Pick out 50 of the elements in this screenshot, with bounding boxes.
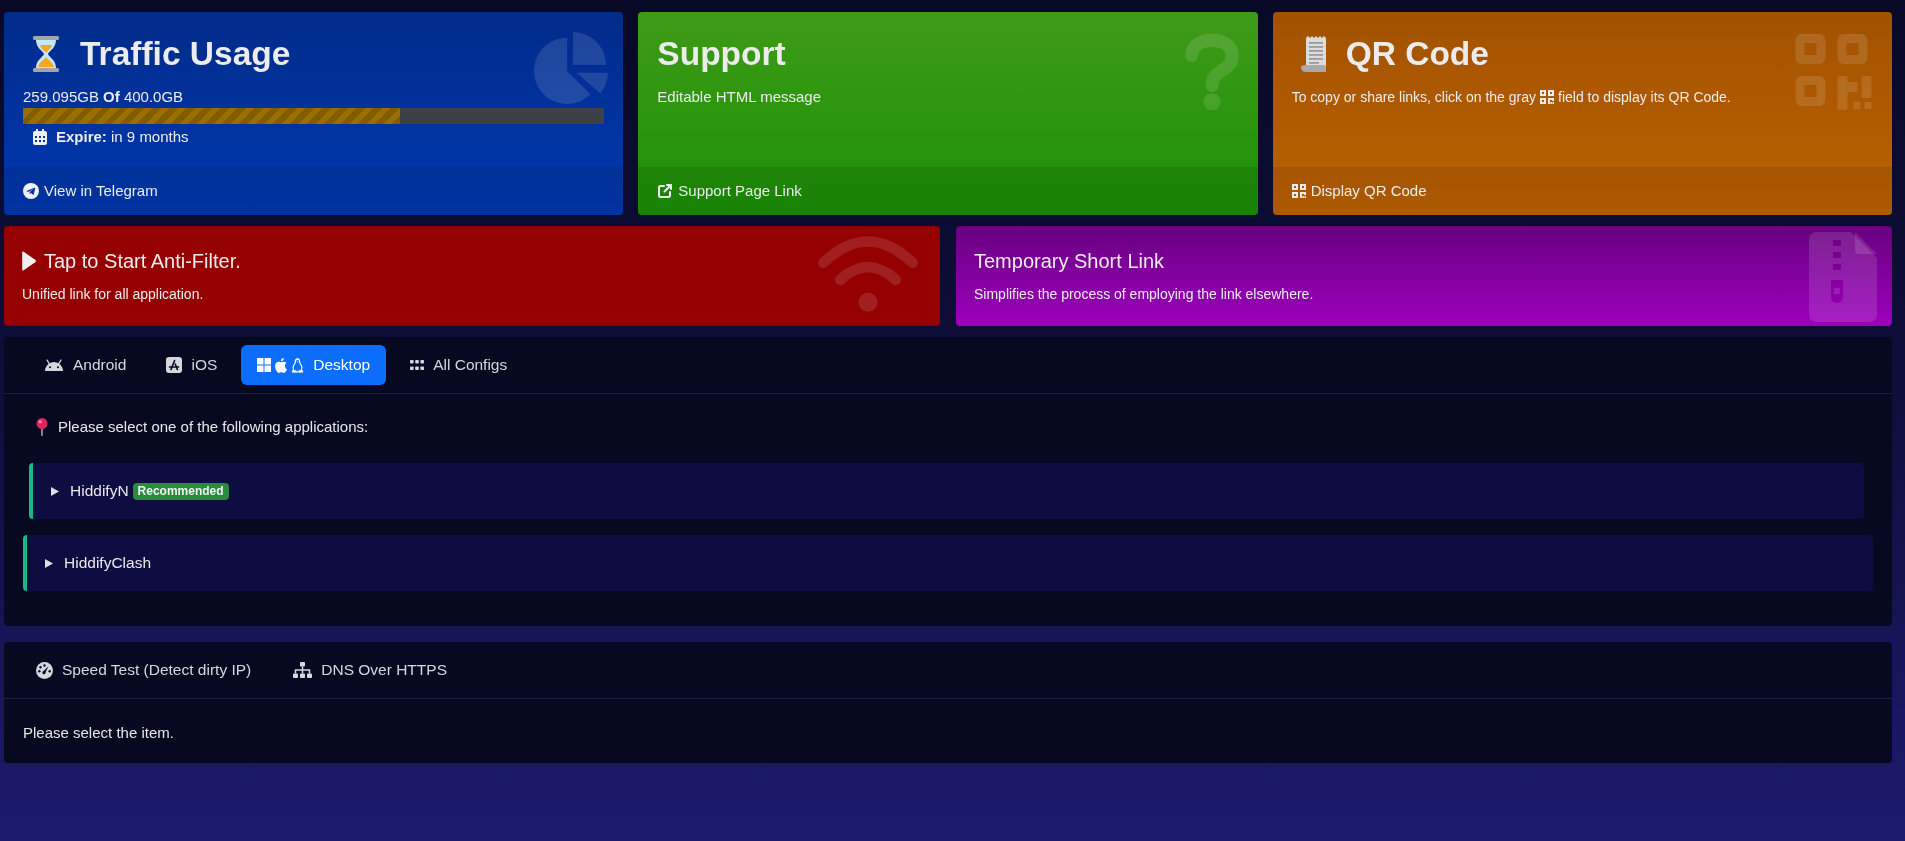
qr-hint-text: field to display its QR Code. (1558, 89, 1731, 105)
grid-icon (410, 360, 425, 370)
tool-tab[interactable]: DNS Over HTTPS (277, 650, 463, 690)
zip-file-icon (1809, 232, 1877, 322)
card-subtitle: Simplifies the process of employing the link elsewhere. (974, 285, 1315, 304)
calendar-icon (33, 129, 47, 145)
android-icon (44, 359, 64, 371)
footer-link[interactable]: View in Telegram (23, 181, 158, 201)
wifi-icon (818, 236, 918, 313)
card-title: Tap to Start Anti-Filter. (44, 249, 241, 274)
footer-link[interactable]: Display QR Code (1291, 181, 1427, 201)
expire-text: Expire: in 9 months (56, 127, 189, 147)
tool-tab[interactable]: Speed Test (Detect dirty IP) (20, 650, 268, 690)
sitemap-icon (293, 662, 313, 678)
receipt-icon (1300, 36, 1326, 72)
card-title: Support (657, 34, 786, 74)
gauge-icon (36, 661, 53, 679)
penguin-icon (291, 357, 305, 373)
pushpin-icon (36, 418, 48, 436)
platform-tab[interactable]: Android (28, 345, 143, 385)
platform-tab[interactable]: iOS (150, 345, 234, 385)
qr-code-icon (1540, 90, 1554, 104)
info-text: Please select the item. (23, 723, 175, 743)
external-link-icon (657, 183, 674, 199)
platform-tab[interactable]: Desktop (241, 345, 387, 385)
footer-link[interactable]: Support Page Link (657, 181, 802, 201)
app-accordion-item[interactable]: HiddifyClash (23, 535, 1873, 591)
platform-tab[interactable]: All Configs (394, 345, 524, 385)
card-title: Traffic Usage (80, 34, 291, 74)
pie-chart-icon (534, 32, 609, 104)
qr-hint-text: To copy or share links, click on the gray (1291, 89, 1536, 105)
question-mark-icon (1183, 33, 1240, 111)
card-title: Temporary Short Link (974, 249, 1165, 274)
qr-code-icon (1794, 33, 1873, 111)
prompt-text: Please select one of the following applications: (58, 417, 369, 437)
apple-icon (275, 357, 288, 373)
card-message: Editable HTML message (657, 88, 821, 105)
paper-plane-icon (23, 183, 39, 199)
hourglass-icon (32, 36, 60, 72)
caret-icon (45, 558, 53, 568)
recommended-badge: Recommended (132, 482, 229, 500)
app-store-icon (166, 357, 183, 373)
card-title: QR Code (1345, 34, 1489, 74)
usage-text: 259.095GB Of 400.0GB (23, 87, 185, 107)
caret-icon (51, 486, 59, 496)
card-subtitle: Unified link for all application. (22, 285, 205, 304)
play-icon (22, 251, 37, 271)
windows-icon (257, 358, 272, 372)
qr-code-icon (1291, 184, 1306, 198)
app-accordion-item[interactable]: HiddifyN Recommended (29, 463, 1864, 519)
